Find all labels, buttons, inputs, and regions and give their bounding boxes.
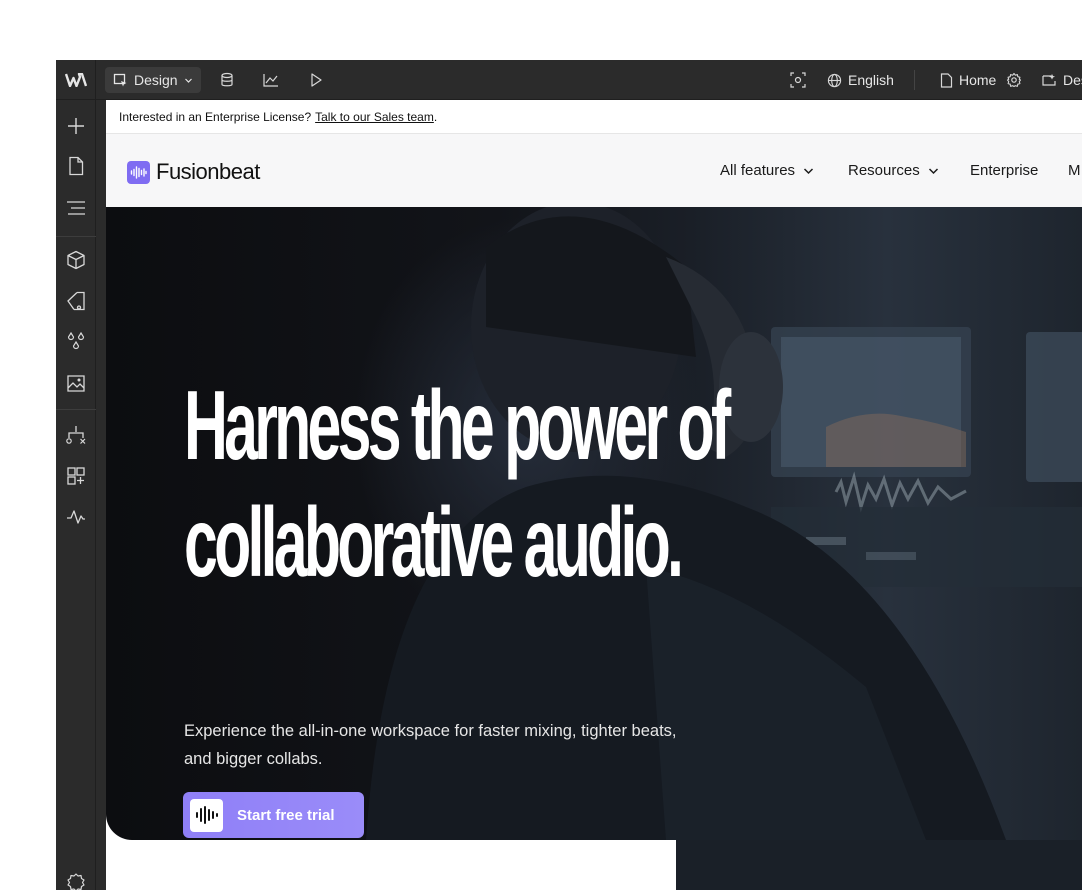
page-selector[interactable]: Home: [940, 72, 996, 88]
page-label: Home: [959, 72, 997, 88]
site-canvas: Interested in an Enterprise License? Tal…: [106, 100, 1082, 890]
design-mode-label: Design: [134, 72, 178, 88]
nav-enterprise[interactable]: Enterprise: [970, 162, 1038, 179]
logic-icon[interactable]: [66, 425, 86, 445]
start-free-trial-button[interactable]: Start free trial: [183, 792, 364, 838]
announcement-text: Interested in an Enterprise License?: [119, 109, 312, 124]
components-icon[interactable]: [66, 250, 86, 270]
canvas-gutter: [96, 100, 106, 890]
sidebar-divider: [56, 236, 96, 237]
design-mode-icon: [113, 73, 127, 86]
topbar-divider: [914, 70, 915, 90]
assets-icon[interactable]: [66, 373, 86, 393]
cms-icon[interactable]: [219, 72, 235, 88]
waveform-icon: [127, 160, 150, 184]
hero-bottom-strip: [676, 840, 1082, 890]
chevron-down-icon: [928, 167, 938, 174]
pages-icon[interactable]: [66, 156, 86, 176]
nav-more[interactable]: M: [1068, 162, 1081, 179]
next-section-card: [106, 840, 676, 890]
nav-enterprise-label: Enterprise: [970, 162, 1039, 179]
hero-headline-line2: collaborative audio.: [184, 487, 684, 597]
sidebar-divider: [56, 409, 96, 410]
activity-icon[interactable]: [66, 507, 86, 527]
waveform-icon: [190, 798, 223, 832]
nav-resources-label: Resources: [848, 162, 920, 179]
device-selector[interactable]: Des: [1041, 72, 1082, 88]
announcement-bar: Interested in an Enterprise License? Tal…: [106, 100, 1082, 134]
sales-link[interactable]: Talk to our Sales team: [315, 110, 434, 124]
device-label: Des: [1063, 72, 1082, 88]
analytics-icon[interactable]: [263, 72, 279, 88]
nav-all-features-label: All features: [720, 162, 796, 179]
styles-icon[interactable]: [66, 291, 86, 311]
start-free-trial-label: Start free trial: [237, 806, 335, 824]
editor-topbar: Design English Home De: [56, 60, 1082, 100]
webflow-logo-icon: [64, 73, 87, 87]
globe-icon: [827, 73, 842, 87]
device-icon: [1042, 73, 1056, 86]
gear-icon[interactable]: [1006, 72, 1022, 88]
nav-resources[interactable]: Resources: [848, 162, 939, 179]
navigator-icon[interactable]: [66, 198, 86, 218]
brand-logo[interactable]: Fusionbeat: [127, 159, 260, 185]
hero-headline-line1: Harness the power of: [184, 370, 731, 480]
design-mode-button[interactable]: Design: [105, 67, 201, 93]
hero-section: Harness the power of collaborative audio…: [106, 207, 1082, 840]
focus-icon[interactable]: [790, 72, 806, 88]
hero-headline: Harness the power of collaborative audio…: [184, 367, 731, 601]
settings-icon[interactable]: [66, 872, 86, 890]
variables-icon[interactable]: [66, 332, 86, 352]
apps-icon[interactable]: [66, 466, 86, 486]
locale-label: English: [848, 72, 894, 88]
page-icon: [940, 72, 953, 88]
editor-sidebar: [56, 100, 96, 890]
announcement-period: .: [433, 109, 438, 124]
webflow-logo[interactable]: [56, 60, 96, 100]
locale-selector[interactable]: English: [827, 72, 894, 88]
site-navbar: Fusionbeat All features Resources Enterp…: [106, 134, 1082, 207]
hero-subtitle: Experience the all-in-one workspace for …: [184, 722, 677, 768]
nav-more-label: M: [1068, 162, 1081, 179]
nav-all-features[interactable]: All features: [720, 162, 814, 179]
chevron-down-icon: [804, 167, 814, 174]
add-icon[interactable]: [66, 116, 86, 136]
brand-name: Fusionbeat: [156, 159, 260, 184]
chevron-down-icon: [184, 78, 192, 83]
preview-icon[interactable]: [308, 72, 324, 88]
